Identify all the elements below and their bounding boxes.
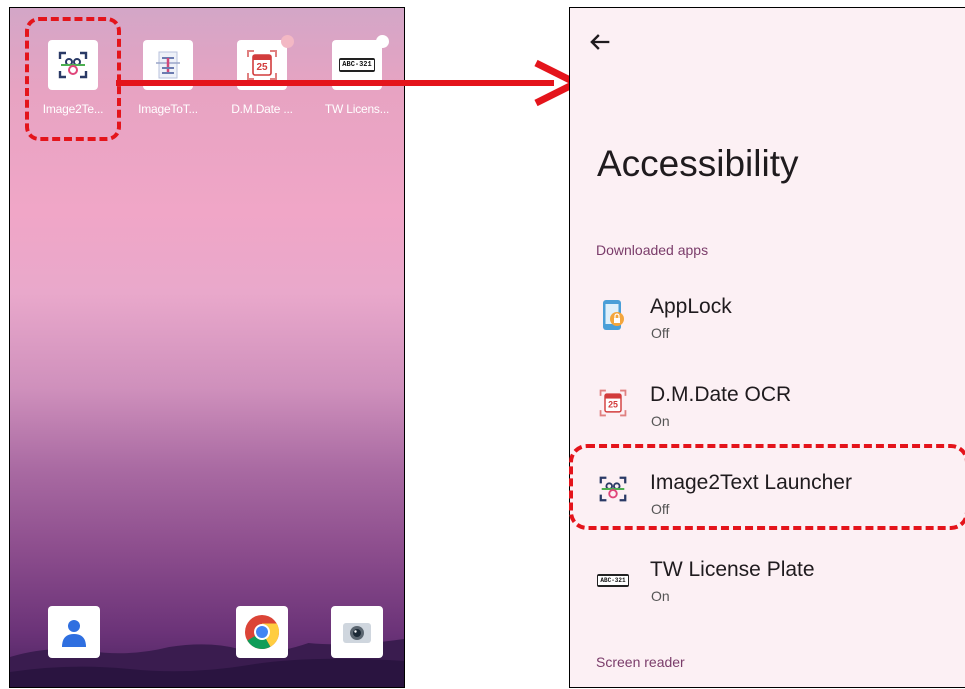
applock-icon — [596, 298, 630, 332]
back-arrow-icon[interactable] — [586, 28, 614, 56]
pointer-arrow — [116, 59, 584, 107]
camera-app[interactable] — [331, 606, 383, 658]
item-status: On — [651, 588, 670, 604]
list-item-applock[interactable]: AppLock Off — [570, 290, 965, 370]
highlight-image2text-launcher — [569, 444, 965, 530]
accessibility-settings-screen: Accessibility Downloaded apps AppLock Of… — [569, 7, 965, 688]
notification-dot — [281, 35, 294, 48]
chrome-app[interactable] — [236, 606, 288, 658]
section-downloaded-apps: Downloaded apps — [596, 242, 709, 258]
dmdate-ocr-icon: 25 — [596, 386, 630, 420]
item-title: TW License Plate — [650, 558, 815, 581]
highlight-image2text-app — [25, 17, 121, 141]
svg-text:25: 25 — [608, 399, 618, 409]
tw-license-icon: ABC-321 — [596, 563, 630, 597]
item-title: AppLock — [650, 295, 732, 318]
list-item-tw-license-plate[interactable]: ABC-321 TW License Plate On — [570, 553, 965, 633]
item-status: Off — [651, 325, 670, 341]
item-title: D.M.Date OCR — [650, 383, 792, 406]
section-screen-reader: Screen reader — [596, 654, 685, 670]
notification-dot — [376, 35, 389, 48]
contacts-icon — [62, 620, 86, 647]
plate-text: ABC-321 — [598, 575, 628, 585]
contacts-app[interactable] — [48, 606, 100, 658]
page-title: Accessibility — [597, 143, 799, 184]
chrome-icon — [245, 615, 279, 649]
item-status: On — [651, 413, 670, 429]
camera-icon — [343, 623, 371, 643]
